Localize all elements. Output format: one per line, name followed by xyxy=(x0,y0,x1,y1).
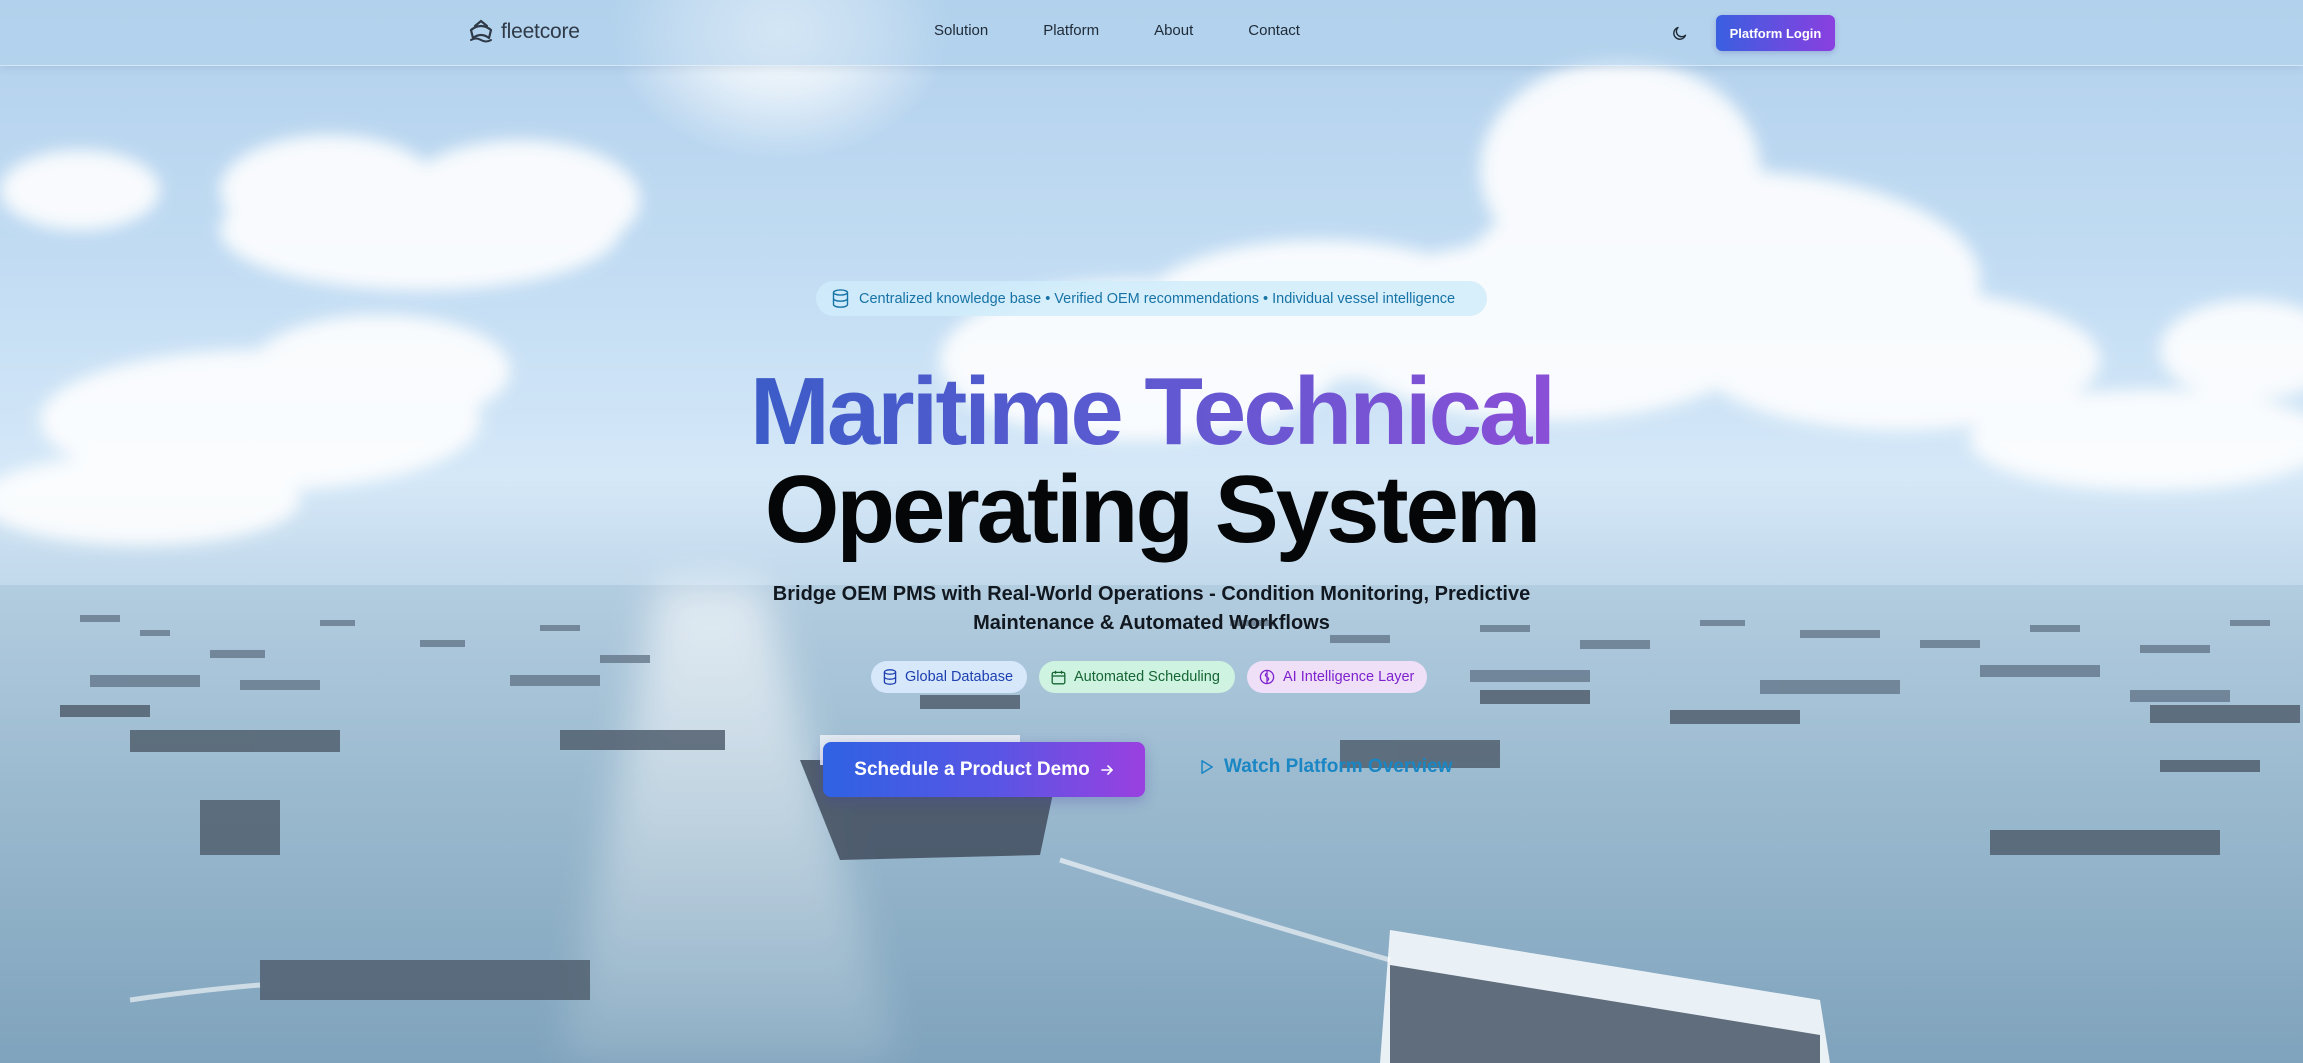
feature-pill-banner: Centralized knowledge base • Verified OE… xyxy=(816,281,1487,316)
feature-tag-automated-scheduling: Automated Scheduling xyxy=(1039,661,1235,693)
watch-overview-label: Watch Platform Overview xyxy=(1224,756,1453,777)
platform-login-button[interactable]: Platform Login xyxy=(1716,15,1835,51)
play-icon xyxy=(1201,760,1213,774)
nav-link-about[interactable]: About xyxy=(1154,22,1193,39)
feature-tag-ai-intelligence-layer: AI Intelligence Layer xyxy=(1247,661,1427,693)
nav-links: Solution Platform About Contact xyxy=(934,22,1355,39)
nav-link-solution[interactable]: Solution xyxy=(934,22,988,39)
theme-toggle-button[interactable] xyxy=(1667,20,1693,46)
nav-link-platform[interactable]: Platform xyxy=(1043,22,1099,39)
feature-tag-label: Automated Scheduling xyxy=(1074,669,1220,685)
feature-tag-label: Global Database xyxy=(905,669,1014,685)
database-icon xyxy=(883,669,897,685)
hero-title-line-1: Maritime Technical xyxy=(0,362,2303,462)
page: fleetcore Solution Platform About Contac… xyxy=(0,0,2303,1063)
feature-tag-global-database: Global Database xyxy=(871,661,1027,693)
database-icon xyxy=(832,289,849,308)
pill-banner-text: Centralized knowledge base • Verified OE… xyxy=(859,290,1456,307)
brand-logo[interactable]: fleetcore xyxy=(467,18,580,46)
feature-tag-label: AI Intelligence Layer xyxy=(1283,669,1415,685)
hero-title-line-2: Operating System xyxy=(764,456,1542,563)
brain-icon xyxy=(1259,669,1275,685)
calendar-icon xyxy=(1051,670,1066,684)
hero-subtitle: Bridge OEM PMS with Real-World Operation… xyxy=(772,583,1531,634)
moon-icon xyxy=(1673,26,1687,40)
fleetcore-logo-icon xyxy=(469,19,493,43)
watch-overview-link[interactable]: Watch Platform Overview xyxy=(1200,756,1452,778)
brand-name: fleetcore xyxy=(501,20,580,43)
feature-tags: Global Database Automated Scheduling AI … xyxy=(871,661,1427,693)
hero-title-gradient-text: Maritime Technical xyxy=(749,358,1556,465)
top-navigation: fleetcore Solution Platform About Contac… xyxy=(0,0,2303,66)
schedule-demo-button[interactable]: Schedule a Product Demo xyxy=(823,742,1145,797)
schedule-demo-label: Schedule a Product Demo xyxy=(854,758,1090,780)
arrow-right-icon xyxy=(1100,764,1113,775)
nav-link-contact[interactable]: Contact xyxy=(1248,22,1300,39)
